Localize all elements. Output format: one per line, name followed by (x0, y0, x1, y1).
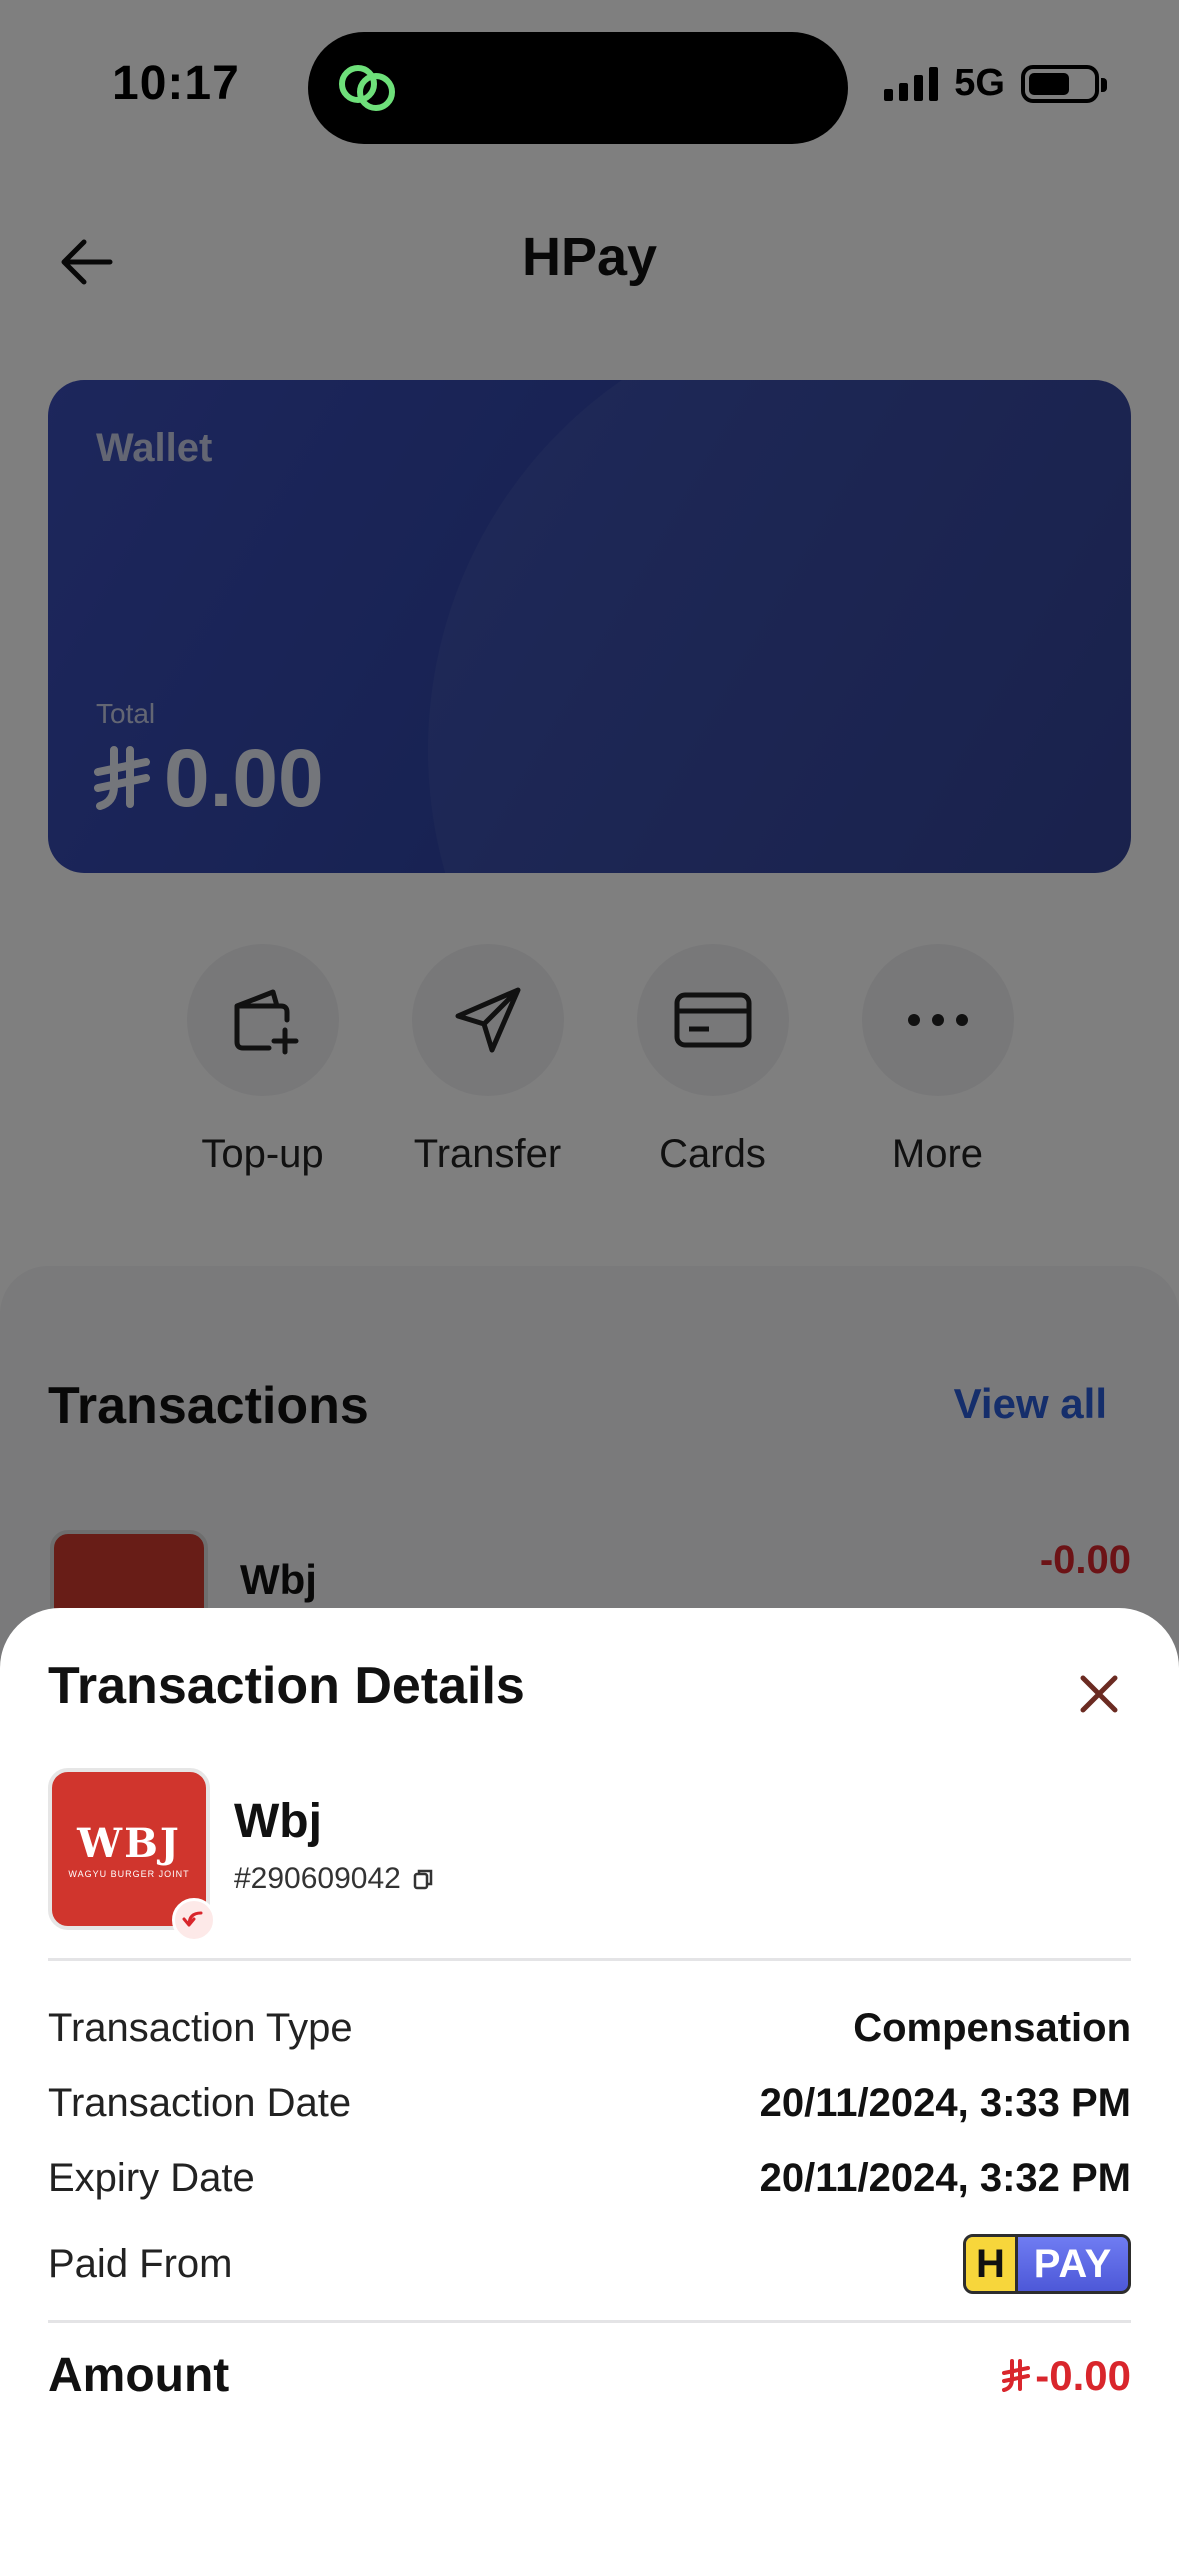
row-value: Compensation (853, 2006, 1131, 2050)
transaction-details-sheet: Transaction Details WBJ WAGYU BURGER JOI… (0, 1608, 1179, 2556)
amount-value-text: -0.00 (1035, 2351, 1131, 2399)
app-screen: 10:17 5G HPay Wallet Total 0.00 (0, 0, 1179, 2556)
divider (48, 2320, 1131, 2323)
hpay-badge-text: PAY (1033, 2241, 1113, 2286)
divider (48, 1958, 1131, 1961)
row-amount: Amount -0.00 (48, 2348, 1131, 2403)
row-label: Paid From (48, 2241, 233, 2286)
row-value: 20/11/2024, 3:33 PM (759, 2081, 1131, 2125)
merchant-name: Wbj (234, 1795, 322, 1848)
merchant-logo-text: WBJ (77, 1819, 181, 1867)
refund-icon (172, 1898, 216, 1942)
amount-value: -0.00 (1001, 2352, 1131, 2400)
row-label: Transaction Date (48, 2081, 352, 2125)
row-transaction-type: Transaction Type Compensation (48, 2006, 1131, 2051)
close-icon[interactable] (1069, 1664, 1129, 1724)
hpay-badge-h: H (966, 2237, 1018, 2291)
transaction-id: #290609042 (234, 1862, 435, 1896)
row-label: Expiry Date (48, 2156, 255, 2200)
dynamic-island (308, 32, 848, 144)
row-label: Transaction Type (48, 2006, 353, 2050)
row-expiry-date: Expiry Date 20/11/2024, 3:32 PM (48, 2156, 1131, 2201)
currency-icon (1002, 2358, 1031, 2392)
sheet-title: Transaction Details (48, 1657, 525, 1715)
transaction-id-text: #290609042 (234, 1862, 401, 1895)
link-icon (339, 65, 395, 111)
copy-icon[interactable] (411, 1867, 435, 1891)
hpay-badge: H PAY (963, 2234, 1131, 2294)
row-value: 20/11/2024, 3:32 PM (759, 2156, 1131, 2200)
row-transaction-date: Transaction Date 20/11/2024, 3:33 PM (48, 2081, 1131, 2126)
amount-label: Amount (48, 2349, 230, 2402)
merchant-logo-subtext: WAGYU BURGER JOINT (68, 1868, 190, 1879)
row-paid-from: Paid From H PAY (48, 2234, 1131, 2294)
